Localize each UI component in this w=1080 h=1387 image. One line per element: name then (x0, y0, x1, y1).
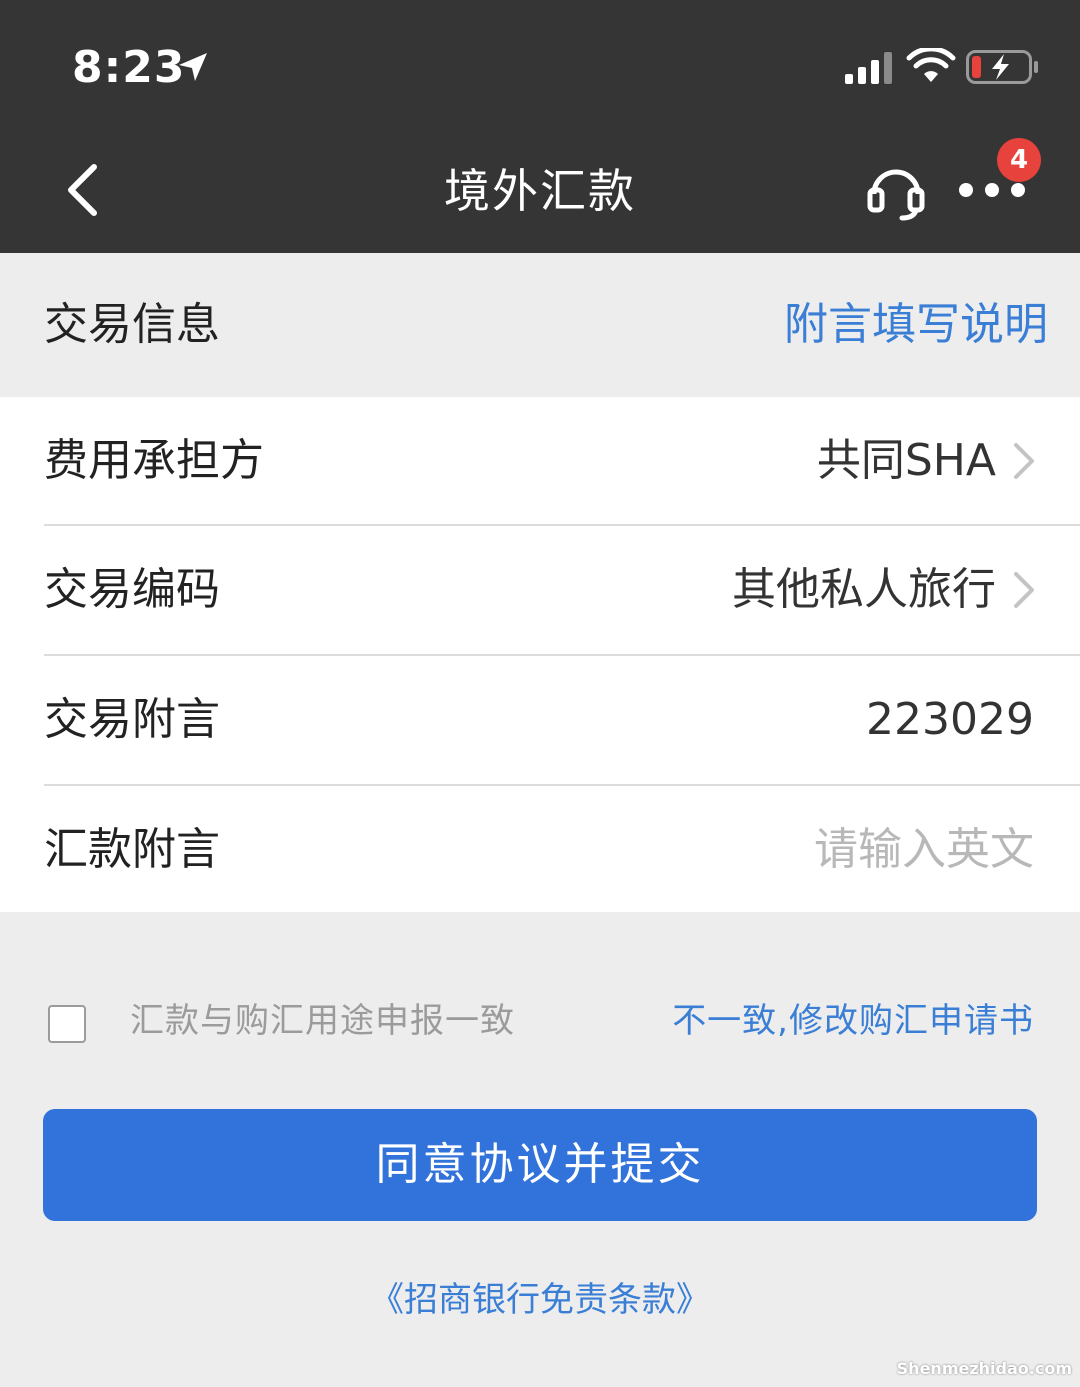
cellular-signal-icon (845, 52, 892, 84)
chevron-right-icon (1014, 443, 1034, 479)
headset-icon[interactable] (864, 158, 928, 222)
nav-header: 8:23 境外汇款 4 (0, 0, 1080, 253)
row-value: 其他私人旅行 (732, 564, 996, 615)
remark-help-link[interactable]: 附言填写说明 (784, 297, 1048, 353)
modify-application-link[interactable]: 不一致,修改购汇申请书 (672, 999, 1034, 1043)
transaction-form: 费用承担方 共同SHA 交易编码 其他私人旅行 交易附言 223029 汇款附言 (0, 397, 1080, 912)
row-value: 共同SHA (816, 435, 996, 486)
wifi-icon (906, 48, 956, 82)
transaction-code-row[interactable]: 交易编码 其他私人旅行 (0, 526, 1080, 654)
transaction-remark-row: 交易附言 223029 (0, 656, 1080, 784)
row-label: 费用承担方 (44, 435, 264, 486)
section-title: 交易信息 (44, 299, 220, 350)
row-value: 223029 (866, 694, 1034, 745)
notification-badge: 4 (997, 138, 1041, 182)
checkbox-label: 汇款与购汇用途申报一致 (130, 1001, 515, 1041)
section-header: 交易信息 附言填写说明 (0, 253, 1080, 397)
row-label: 交易附言 (44, 694, 220, 745)
chevron-left-icon (68, 164, 97, 216)
battery-charging-icon (966, 50, 1038, 84)
purpose-consistent-checkbox[interactable] (48, 1005, 86, 1043)
agreement-row: 汇款与购汇用途申报一致 不一致,修改购汇申请书 (0, 985, 1080, 1065)
location-arrow-icon (179, 53, 207, 81)
watermark: Shenmezhidao.com (896, 1359, 1072, 1378)
status-time: 8:23 (72, 42, 186, 93)
disclaimer-link[interactable]: 《招商银行免责条款》 (0, 1276, 1080, 1324)
row-label: 交易编码 (44, 564, 220, 615)
remittance-remark-row: 汇款附言 (0, 786, 1080, 914)
submit-button[interactable]: 同意协议并提交 (43, 1109, 1037, 1221)
chevron-right-icon (1014, 572, 1034, 608)
remittance-remark-input[interactable] (574, 818, 1034, 882)
row-label: 汇款附言 (44, 824, 220, 875)
back-button[interactable] (50, 152, 114, 228)
fee-bearer-row[interactable]: 费用承担方 共同SHA (0, 397, 1080, 525)
page-title: 境外汇款 (444, 164, 636, 218)
